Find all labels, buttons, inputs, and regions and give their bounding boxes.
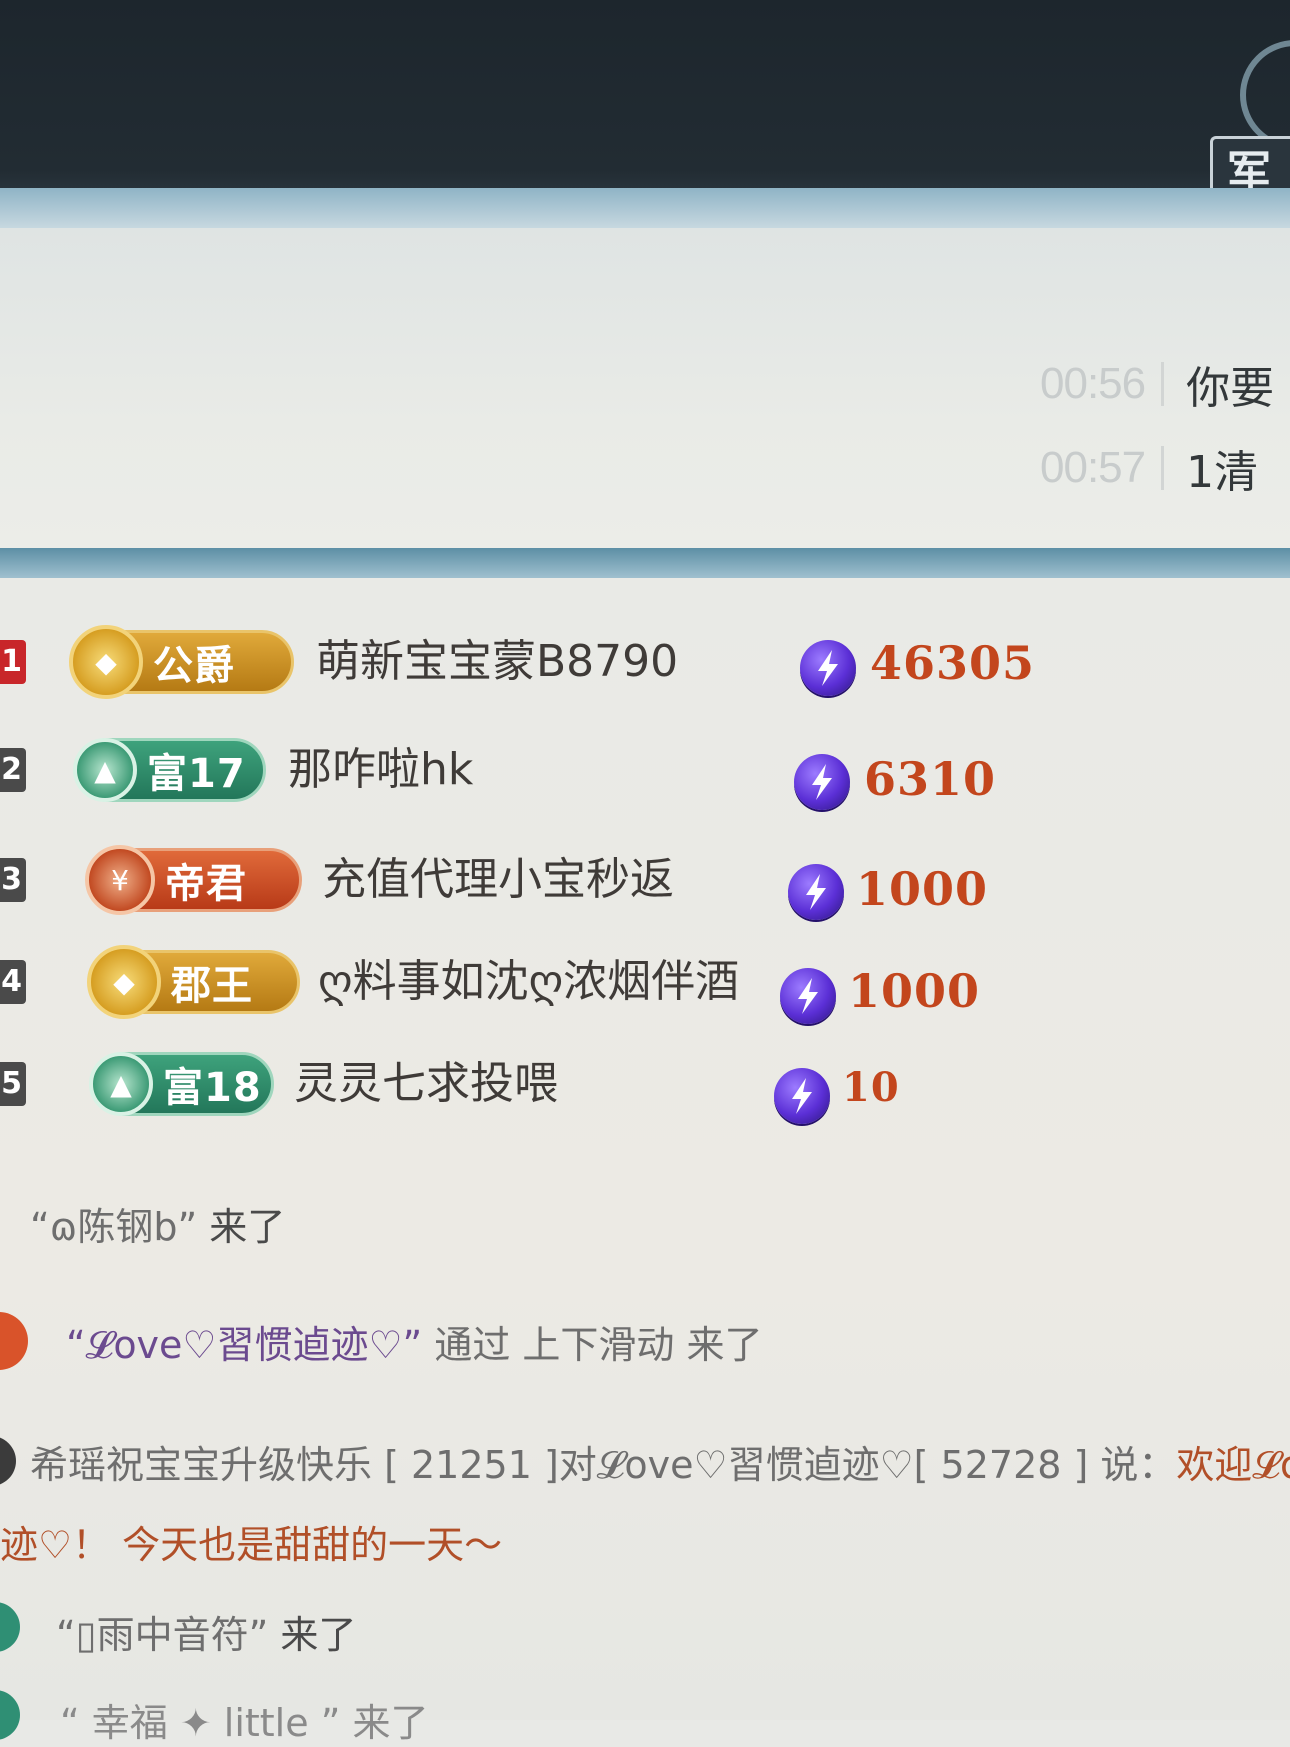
triangle-emblem-icon: ▲ [73, 738, 137, 802]
rank-number: 5 [0, 1062, 26, 1106]
badge-label: 富18 [163, 1065, 262, 1111]
message-time: 00:57 [1040, 443, 1146, 492]
lightning-coin-icon [788, 864, 844, 920]
badge-label: 富17 [147, 751, 246, 797]
chat-action: 通过 上下滑动 来了 [422, 1323, 763, 1367]
leaderboard-row[interactable]: 3 ¥ 帝君 充值代理小宝秒返 1000 [0, 840, 1100, 920]
rank-badge: ▲ 富18 [89, 1052, 274, 1116]
leaderboard-row[interactable]: 2 ▲ 富17 那咋啦hk 6310 [0, 730, 1100, 810]
chat-user[interactable]: “𝓛ove♡習惯逌迹♡” [66, 1323, 422, 1367]
badge-label: 公爵 [153, 643, 235, 689]
chat-line: “▯雨中音符” 来了 [56, 1604, 356, 1659]
badge-label: 郡王 [171, 963, 253, 1009]
rank-number: 2 [0, 748, 26, 792]
crest-emblem-icon: ¥ [85, 845, 155, 915]
triangle-emblem-icon: ▲ [89, 1052, 153, 1116]
lightning-coin-icon [800, 640, 856, 696]
chat-line: “ɷ陈钢b” 来了 [30, 1196, 285, 1251]
chat-action: 来了 [268, 1613, 357, 1657]
lightning-coin-icon [780, 968, 836, 1024]
message-text: 1清 [1186, 447, 1259, 498]
lightning-coin-icon [774, 1068, 830, 1124]
rank-number: 3 [0, 858, 26, 902]
chat-message: 迹♡！ 今天也是甜甜的一天～ [0, 1523, 503, 1567]
rank-badge: ◆ 公爵 [69, 625, 294, 699]
diamond-emblem-icon: ◆ [87, 945, 161, 1019]
message-row: 00:56 你要 [1040, 354, 1274, 414]
chat-line: 迹♡！ 今天也是甜甜的一天～ [0, 1514, 502, 1569]
top-bar [0, 0, 1290, 200]
leaderboard-row[interactable]: 1 ◆ 公爵 萌新宝宝蒙B8790 46305 [0, 622, 1100, 702]
user-name[interactable]: 充值代理小宝秒返 [322, 850, 674, 910]
user-name[interactable]: 那咋啦hk [288, 740, 473, 800]
leaderboard-row[interactable]: 4 ◆ 郡王 ღ料事如沈ღ浓烟伴酒 1000 [0, 942, 1100, 1024]
lightning-coin-icon [794, 754, 850, 810]
user-name[interactable]: 萌新宝宝蒙B8790 [316, 632, 678, 692]
chat-user[interactable]: “ɷ陈钢b” [30, 1205, 197, 1249]
amount-value: 1000 [856, 862, 989, 916]
badge-label: 帝君 [165, 861, 247, 907]
divider-strip [0, 188, 1290, 228]
rank-number: 4 [0, 960, 26, 1004]
rank-badge: ◆ 郡王 [87, 945, 300, 1019]
amount-value: 6310 [864, 752, 997, 806]
message-separator [1161, 446, 1165, 490]
diamond-emblem-icon: ◆ [69, 625, 143, 699]
leaderboard-row[interactable]: 5 ▲ 富18 灵灵七求投喂 10 [0, 1044, 1100, 1124]
message-row: 00:57 1清 [1040, 438, 1258, 498]
amount-value: 46305 [870, 636, 1036, 690]
message-panel: 00:56 你要 00:57 1清 [0, 228, 1290, 550]
chat-line: “𝓛ove♡習惯逌迹♡” 通过 上下滑动 来了 [66, 1314, 763, 1369]
amount-value: 10 [842, 1064, 900, 1111]
message-time: 00:56 [1040, 359, 1146, 408]
chat-partial-line: “ 幸福 ✦ little ” 来了 [60, 1701, 429, 1745]
rank-badge: ▲ 富17 [73, 738, 266, 802]
divider-strip [0, 548, 1290, 578]
message-text: 你要 [1186, 363, 1275, 414]
chat-gift-text: 希瑶祝宝宝升级快乐 [ 21251 ]对𝓛ove♡習惯逌迹♡[ 52728 ] … [30, 1443, 1177, 1487]
chat-user[interactable]: “▯雨中音符” [56, 1613, 268, 1657]
user-name[interactable]: 灵灵七求投喂 [294, 1054, 558, 1114]
chat-action: 来了 [197, 1205, 286, 1249]
rank-badge: ¥ 帝君 [85, 845, 302, 915]
rank-number: 1 [0, 640, 26, 684]
chat-message: 欢迎𝓛ov [1176, 1443, 1290, 1487]
chat-line: 希瑶祝宝宝升级快乐 [ 21251 ]对𝓛ove♡習惯逌迹♡[ 52728 ] … [30, 1434, 1290, 1489]
message-separator [1161, 362, 1165, 406]
amount-value: 1000 [848, 964, 981, 1018]
user-name[interactable]: ღ料事如沈ღ浓烟伴酒 [318, 952, 739, 1012]
